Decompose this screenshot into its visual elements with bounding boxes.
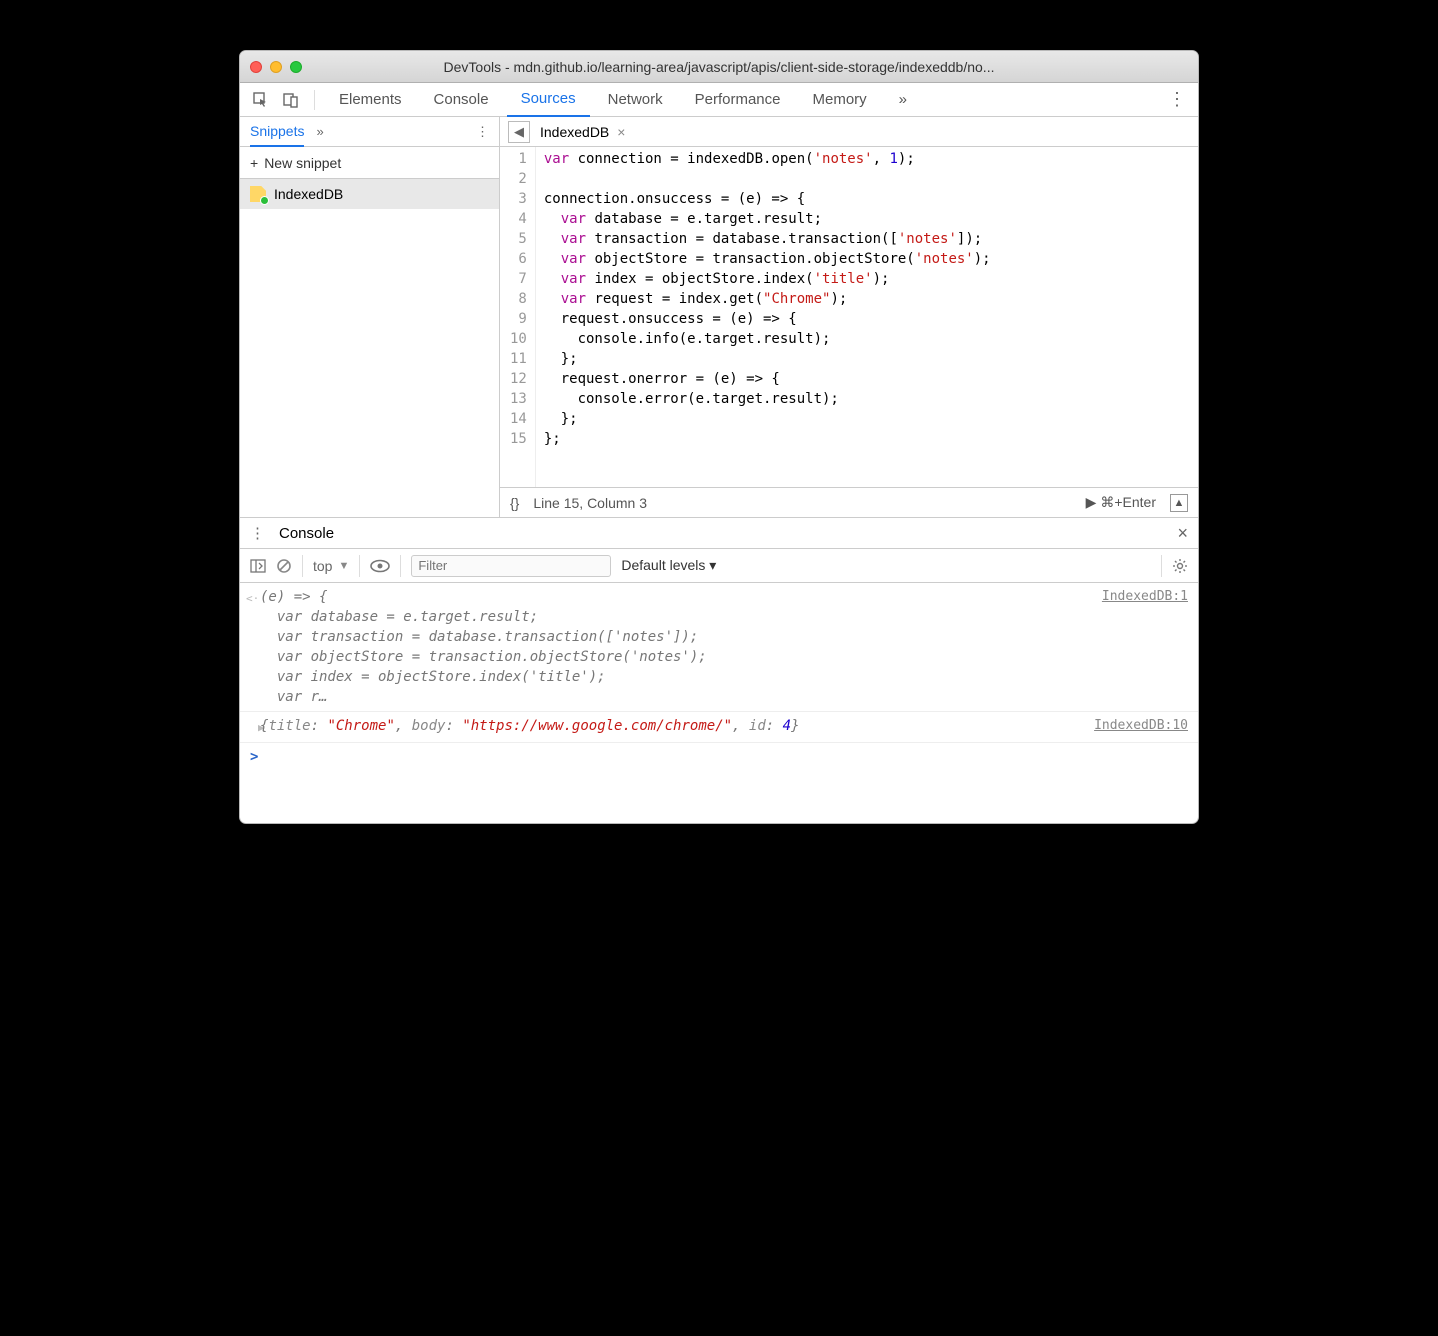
close-drawer-icon[interactable]: × (1177, 523, 1188, 544)
console-settings-icon[interactable] (1172, 558, 1188, 574)
context-selector[interactable]: top ▼ (313, 558, 349, 574)
live-expression-icon[interactable] (370, 559, 390, 573)
zoom-window-button[interactable] (290, 61, 302, 73)
console-header: ⋮ Console × (240, 517, 1198, 549)
log-levels-selector[interactable]: Default levels ▾ (621, 557, 716, 574)
run-shortcut-label: ⌘+Enter (1100, 494, 1156, 511)
snippet-file-name: IndexedDB (274, 186, 343, 202)
cursor-position: Line 15, Column 3 (533, 495, 647, 511)
settings-menu-icon[interactable]: ⋮ (1164, 89, 1190, 110)
console-sidebar-toggle-icon[interactable] (250, 558, 266, 574)
open-file-tab[interactable]: IndexedDB × (540, 124, 625, 140)
titlebar: DevTools - mdn.github.io/learning-area/j… (240, 51, 1198, 83)
navigate-back-button[interactable]: ◀ (508, 121, 530, 143)
snippet-list: IndexedDB (240, 179, 499, 517)
plus-icon: + (250, 155, 258, 171)
main-toolbar: ElementsConsoleSourcesNetworkPerformance… (240, 83, 1198, 117)
expand-icon[interactable]: <· (246, 587, 260, 609)
editor-pane: ◀ IndexedDB × 123456789101112131415 var … (500, 117, 1198, 517)
chevron-down-icon: ▼ (338, 560, 349, 572)
new-snippet-button[interactable]: + New snippet (240, 147, 499, 179)
snippet-file-icon (250, 186, 266, 202)
toggle-drawer-icon[interactable]: ▲ (1170, 494, 1188, 512)
run-snippet-button[interactable]: ▶ ⌘+Enter (1086, 494, 1156, 511)
separator (314, 90, 315, 110)
format-braces-icon[interactable]: {} (510, 495, 519, 511)
navigator-overflow[interactable]: » (316, 124, 323, 139)
device-toggle-icon[interactable] (278, 87, 304, 113)
panel-tab-console[interactable]: Console (420, 83, 503, 117)
inspect-element-icon[interactable] (248, 87, 274, 113)
snippets-tab[interactable]: Snippets (250, 117, 304, 147)
panel-tab-elements[interactable]: Elements (325, 83, 416, 117)
console-toolbar: top ▼ Default levels ▾ (240, 549, 1198, 583)
code-editor[interactable]: 123456789101112131415 var connection = i… (500, 147, 1198, 487)
panel-tab-sources[interactable]: Sources (507, 83, 590, 117)
code-content: var connection = indexedDB.open('notes',… (536, 147, 999, 487)
window-controls (250, 61, 302, 73)
line-gutter: 123456789101112131415 (500, 147, 536, 487)
panel-tab-network[interactable]: Network (594, 83, 677, 117)
window-title: DevTools - mdn.github.io/learning-area/j… (310, 59, 1188, 75)
snippet-file[interactable]: IndexedDB (240, 179, 499, 209)
minimize-window-button[interactable] (270, 61, 282, 73)
editor-statusbar: {} Line 15, Column 3 ▶ ⌘+Enter ▲ (500, 487, 1198, 517)
filter-input[interactable] (411, 555, 611, 577)
file-tab-name: IndexedDB (540, 124, 609, 140)
console-message: ▶{title: "Chrome", body: "https://www.go… (240, 712, 1198, 743)
panel-tab-memory[interactable]: Memory (799, 83, 881, 117)
message-source-link[interactable]: IndexedDB:1 (1102, 587, 1188, 607)
close-tab-icon[interactable]: × (617, 124, 625, 140)
navigator-menu-icon[interactable]: ⋮ (476, 124, 489, 140)
play-icon: ▶ (1086, 494, 1097, 511)
clear-console-icon[interactable] (276, 558, 292, 574)
console-prompt[interactable]: > (240, 743, 1198, 771)
console-menu-icon[interactable]: ⋮ (250, 524, 265, 542)
console-output: <·(e) => { var database = e.target.resul… (240, 583, 1198, 823)
panel-tab-performance[interactable]: Performance (681, 83, 795, 117)
devtools-window: DevTools - mdn.github.io/learning-area/j… (239, 50, 1199, 824)
expand-icon[interactable]: ▶ (246, 716, 260, 738)
navigator-pane: Snippets » ⋮ + New snippet IndexedDB (240, 117, 500, 517)
message-source-link[interactable]: IndexedDB:10 (1094, 716, 1188, 736)
new-snippet-label: New snippet (264, 155, 341, 171)
close-window-button[interactable] (250, 61, 262, 73)
overflow-tabs[interactable]: » (885, 83, 921, 117)
console-message: <·(e) => { var database = e.target.resul… (240, 583, 1198, 712)
console-title: Console (279, 525, 334, 542)
